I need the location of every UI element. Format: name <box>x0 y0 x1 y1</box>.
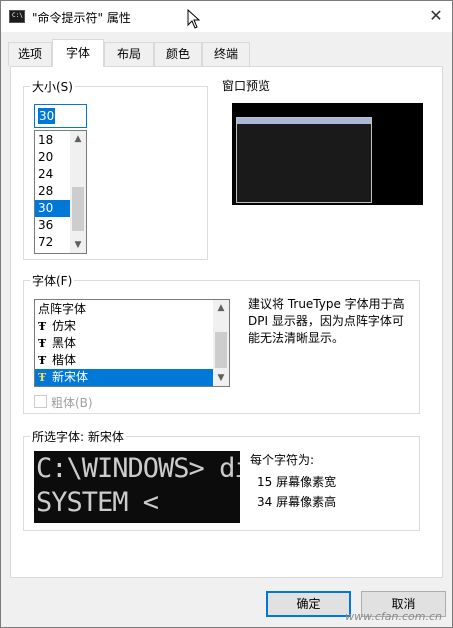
font-scrollbar[interactable]: ▲ ▼ <box>213 300 229 386</box>
size-scrollbar[interactable]: ▲ ▼ <box>70 131 86 253</box>
scroll-thumb[interactable] <box>215 332 227 368</box>
window-title: "命令提示符" 属性 <box>32 11 131 25</box>
tab-options[interactable]: 选项 <box>8 42 52 66</box>
preview-console-window <box>236 117 372 203</box>
font-tab-page: 大小(S) 30 18 20 24 28 30 36 72 ▲ ▼ 窗口预览 字… <box>10 66 443 578</box>
font-group-label: 字体(F) <box>30 272 75 289</box>
selected-font-group: 所选字体: 新宋体 C:\WINDOWS> di SYSTEM < 每个字符为:… <box>23 428 420 531</box>
truetype-icon: Ŧ <box>38 371 47 384</box>
font-option-selected[interactable]: Ŧ 新宋体 <box>35 369 213 386</box>
window-preview <box>232 103 423 205</box>
scroll-thumb[interactable] <box>72 187 84 231</box>
size-group: 大小(S) 30 18 20 24 28 30 36 72 ▲ ▼ <box>23 78 208 260</box>
font-option-raster[interactable]: 点阵字体 <box>35 301 213 318</box>
font-sample-preview: C:\WINDOWS> di SYSTEM < <box>34 451 240 523</box>
tab-layout[interactable]: 布局 <box>104 42 154 66</box>
font-option[interactable]: Ŧ 仿宋 <box>35 318 213 335</box>
truetype-advice-text: 建议将 TrueType 字体用于高 DPI 显示器，因为点阵字体可能无法清晰显… <box>248 297 405 345</box>
char-width-text: 15 屏幕像素宽 <box>257 475 337 489</box>
truetype-icon: Ŧ <box>38 337 47 350</box>
size-group-label: 大小(S) <box>30 78 75 95</box>
char-size-label: 每个字符为: <box>250 453 315 467</box>
scroll-down-icon[interactable]: ▼ <box>70 237 86 253</box>
truetype-icon: Ŧ <box>38 354 47 367</box>
scroll-up-icon[interactable]: ▲ <box>213 300 229 316</box>
font-listbox[interactable]: 点阵字体 Ŧ 仿宋 Ŧ 黑体 Ŧ 楷体 Ŧ 新宋体 ▲ ▼ <box>34 299 230 387</box>
sample-line: SYSTEM < <box>36 487 159 518</box>
size-option[interactable]: 18 <box>35 132 70 149</box>
size-input[interactable]: 30 <box>34 104 87 128</box>
tab-font[interactable]: 字体 <box>52 39 104 67</box>
bold-checkbox[interactable] <box>34 395 47 408</box>
sample-line: C:\WINDOWS> di <box>36 453 240 484</box>
size-option[interactable]: 36 <box>35 217 70 234</box>
size-input-value: 30 <box>38 108 56 124</box>
cmd-icon: C:\ <box>9 10 25 23</box>
font-group: 字体(F) 点阵字体 Ŧ 仿宋 Ŧ 黑体 Ŧ 楷体 Ŧ 新宋体 ▲ ▼ 建议将 … <box>23 272 420 414</box>
size-option[interactable]: 72 <box>35 234 70 251</box>
font-option[interactable]: Ŧ 黑体 <box>35 335 213 352</box>
mouse-cursor-icon <box>187 9 201 29</box>
selected-font-label: 所选字体: 新宋体 <box>30 428 126 445</box>
window-preview-label: 窗口预览 <box>222 79 271 93</box>
close-button[interactable]: ✕ <box>424 5 448 27</box>
font-option[interactable]: Ŧ 楷体 <box>35 352 213 369</box>
ok-button[interactable]: 确定 <box>266 591 351 617</box>
preview-titlebar <box>237 118 371 124</box>
tab-colors[interactable]: 颜色 <box>154 42 202 66</box>
size-listbox[interactable]: 18 20 24 28 30 36 72 ▲ ▼ <box>34 130 87 254</box>
truetype-icon: Ŧ <box>38 320 47 333</box>
tab-terminal[interactable]: 终端 <box>202 42 250 66</box>
size-option[interactable]: 24 <box>35 166 70 183</box>
scroll-down-icon[interactable]: ▼ <box>213 370 229 386</box>
size-option-selected[interactable]: 30 <box>35 200 70 217</box>
size-option[interactable]: 28 <box>35 183 70 200</box>
properties-window: C:\ "命令提示符" 属性 ✕ 选项 字体 布局 颜色 终端 大小(S) 30… <box>0 0 453 628</box>
watermark: www.cfan.com.cn <box>345 610 442 623</box>
size-option[interactable]: 20 <box>35 149 70 166</box>
scroll-up-icon[interactable]: ▲ <box>70 131 86 147</box>
title-bar[interactable]: C:\ "命令提示符" 属性 ✕ <box>1 1 452 32</box>
char-height-text: 34 屏幕像素高 <box>257 495 337 509</box>
bold-checkbox-label: 粗体(B) <box>51 396 93 410</box>
